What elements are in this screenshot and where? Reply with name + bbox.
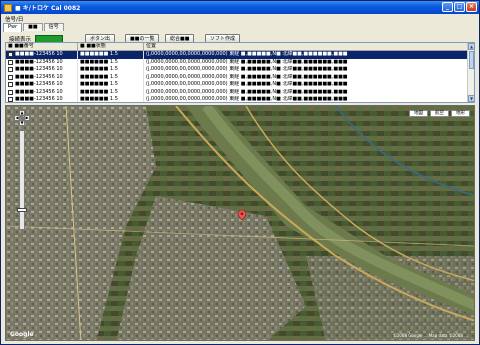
vertical-scrollbar[interactable]: ▲ ▼ [467, 43, 474, 102]
cell-status: ■■■■■■ 1.5 [78, 96, 144, 102]
table-row[interactable]: ■■■■-123456 10 ■■■■■■ 1.5 (j,0000,0000,00,… [6, 73, 468, 81]
cell-number-text: ■■■■-123456 10 [15, 81, 63, 87]
cell-number-text: ■■■■-123456 10 [15, 88, 63, 95]
column-header-position[interactable]: 位置 [144, 43, 468, 51]
map-type-terrain-button[interactable]: 地形 [451, 110, 470, 117]
cell-number: ■■■■-123456 10 [6, 58, 78, 66]
table-header: ■ ■■番号 ■ ■■状態 位置 [6, 43, 468, 51]
minimize-button[interactable]: _ [442, 2, 453, 12]
location-pin-icon[interactable] [238, 210, 246, 220]
table-row[interactable]: ■■■■-123456 10 ■■■■■■ 1.5 (j,0000,0000,00,… [6, 96, 468, 102]
tab-signal[interactable]: 信号 [43, 23, 64, 31]
tab-second[interactable]: ■■ [23, 23, 43, 31]
map-type-map-button[interactable]: 地図 [409, 110, 428, 117]
row-checkbox[interactable] [8, 89, 13, 95]
cell-number: ■■■■-123456 10 [6, 51, 78, 59]
cell-number-text: ■■■■-123456 10 [15, 66, 63, 72]
zoom-slider-knob[interactable] [17, 208, 27, 212]
cell-status: ■■■■■■ 1.5 [78, 73, 144, 81]
cell-number: ■■■■-123456 10 [6, 96, 78, 102]
tab-strip: Pwr ■■ 信号 [3, 23, 65, 32]
table-row[interactable]: ■■■■-123456 10 ■■■■■■ 1.5 (j,0000,0000,00,… [6, 88, 468, 96]
table-row[interactable]: ■■■■-123456 10 ■■■■■■ 1.5 (j,0000,0000,00,… [6, 81, 468, 89]
zoom-control: ▲ ◀ ▶ ▼ [14, 110, 30, 230]
cell-number: ■■■■-123456 10 [6, 66, 78, 74]
row-checkbox[interactable] [8, 67, 13, 72]
map-imagery [6, 106, 474, 340]
table-row[interactable]: ■■■■-123456 10 ■■■■■■ 1.5 (j,0000,0000,00,… [6, 58, 468, 66]
cell-number: ■■■■-123456 10 [6, 88, 78, 96]
cell-position: (j,0000,0000,00,0000,0000,000) 東経 ■,■■■■… [144, 58, 468, 66]
app-icon [4, 3, 12, 12]
cell-status: ■■■■■■ 1.5 [78, 81, 144, 89]
menu-item-signal[interactable]: 信号/日 [5, 15, 23, 23]
map-type-satellite-button[interactable]: 航空 [430, 110, 449, 117]
app-window: ■ キ/トロケ Cal 0082 _ □ × 信号/日 Pwr ■■ 信号 接続… [0, 0, 480, 345]
scroll-thumb[interactable] [469, 51, 474, 69]
maximize-button[interactable]: □ [454, 2, 465, 12]
cell-status: ■■■■■■ 1.5 [78, 58, 144, 66]
scroll-up-icon[interactable]: ▲ [468, 43, 474, 50]
column-header-status[interactable]: ■ ■■状態 [78, 43, 144, 51]
title-bar[interactable]: ■ キ/トロケ Cal 0082 _ □ × [1, 1, 479, 14]
tab-pwr[interactable]: Pwr [3, 23, 23, 32]
cell-position: (j,0000,0000,00,0000,0000,000) 東経 ■,■■■■… [144, 88, 468, 96]
cell-number-text: ■■■■-123456 10 [15, 73, 63, 80]
menu-bar: 信号/日 [1, 14, 479, 23]
cell-position: (j,0000,0000,00,0000,0000,000) 東経 ■,■■■■… [144, 96, 468, 102]
cell-position: (j,0000,0000,00,0000,0000,000) 東経 ■,■■■■… [144, 73, 468, 81]
cell-status: ■■■■■■ 1.5 [78, 51, 144, 59]
cell-number: ■■■■-123456 10 [6, 73, 78, 81]
zoom-slider[interactable] [19, 130, 25, 230]
cell-number-text: ■■■■-123456 10 [15, 58, 63, 65]
table-row[interactable]: ■■■■-123456 10 ■■■■■■ 1.5 (j,0000,0000,00,… [6, 66, 468, 74]
cell-position: (j,0000,0000,00,0000,0000,000) 東経 ■,■■■■… [144, 51, 468, 59]
google-logo: Google [10, 331, 34, 338]
scroll-down-icon[interactable]: ▼ [468, 95, 474, 102]
row-checkbox[interactable] [8, 74, 13, 80]
row-checkbox[interactable] [8, 59, 13, 65]
row-checkbox[interactable] [8, 97, 13, 102]
table-body: ■■■■-123456 10 ■■■■■■ 1.5 (j,0000,0000,00,… [6, 51, 468, 102]
close-button[interactable]: × [466, 2, 477, 12]
cell-position: (j,0000,0000,00,0000,0000,000) 東経 ■,■■■■… [144, 81, 468, 89]
satellite-map[interactable]: ▲ ◀ ▶ ▼ 地図 航空 地形 Google ©2008 Google ...… [5, 105, 475, 341]
window-title: ■ キ/トロケ Cal 0082 [15, 5, 81, 12]
cell-number-text: ■■■■-123456 10 [15, 96, 63, 102]
cell-number-text: ■■■■-123456 10 [15, 51, 63, 57]
results-table: ■ ■■番号 ■ ■■状態 位置 ■■■■-123456 10 ■■■■■■ 1.… [5, 42, 475, 103]
cell-status: ■■■■■■ 1.5 [78, 66, 144, 74]
map-copyright: ©2008 Google ... Map data ©2008 ... [392, 333, 468, 338]
column-header-number[interactable]: ■ ■■番号 [6, 43, 78, 51]
row-checkbox[interactable] [8, 52, 13, 57]
cell-status: ■■■■■■ 1.5 [78, 88, 144, 96]
cell-position: (j,0000,0000,00,0000,0000,000) 東経 ■,■■■■… [144, 66, 468, 74]
map-type-buttons: 地図 航空 地形 [409, 110, 470, 117]
cell-number: ■■■■-123456 10 [6, 81, 78, 89]
pan-control: ▲ ◀ ▶ ▼ [14, 110, 30, 126]
row-checkbox[interactable] [8, 82, 13, 87]
table-row[interactable]: ■■■■-123456 10 ■■■■■■ 1.5 (j,0000,0000,00,… [6, 51, 468, 59]
pan-down-icon[interactable]: ▼ [19, 120, 25, 126]
